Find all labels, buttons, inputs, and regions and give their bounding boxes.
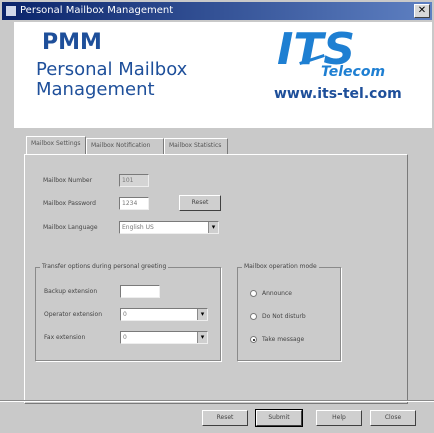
- fax-extension-value: 0: [123, 334, 127, 341]
- radio-take-message[interactable]: [250, 336, 257, 343]
- operator-extension-value: 0: [123, 311, 127, 318]
- website-url: www.its-tel.com: [274, 86, 402, 102]
- app-title: PMM: [42, 30, 102, 55]
- header-banner: PMM Personal Mailbox Management ITS Tele…: [14, 22, 432, 128]
- reset-password-button[interactable]: Reset: [179, 195, 221, 211]
- help-button[interactable]: Help: [316, 410, 362, 426]
- operator-extension-select[interactable]: 0 ▾: [120, 308, 208, 321]
- chevron-down-icon[interactable]: ▾: [197, 332, 207, 343]
- footer-separator: [0, 400, 434, 402]
- its-telecom-logo: ITS Telecom: [269, 24, 419, 82]
- radio-take-message-label: Take message: [262, 336, 305, 343]
- fax-extension-select[interactable]: 0 ▾: [120, 331, 208, 344]
- operation-mode-title: Mailbox operation mode: [242, 263, 319, 270]
- mailbox-password-label: Mailbox Password: [43, 200, 96, 207]
- window-title: Personal Mailbox Management: [20, 5, 174, 16]
- operator-extension-label: Operator extension: [44, 311, 103, 318]
- chevron-down-icon[interactable]: ▾: [208, 222, 218, 233]
- main-window: Personal Mailbox Management ✕ PMM Person…: [0, 0, 434, 433]
- mailbox-password-field[interactable]: 1234: [119, 197, 149, 210]
- tab-mailbox-statistics[interactable]: Mailbox Statistics: [164, 138, 228, 154]
- operation-mode-group: Mailbox operation mode Announce Do Not d…: [237, 263, 341, 361]
- radio-do-not-disturb[interactable]: [250, 313, 257, 320]
- title-bar: Personal Mailbox Management ✕: [2, 2, 432, 20]
- radio-announce-label: Announce: [262, 290, 292, 297]
- tab-mailbox-settings[interactable]: Mailbox Settings: [26, 136, 86, 155]
- mailbox-language-value: English US: [122, 224, 154, 231]
- fax-extension-label: Fax extension: [44, 334, 86, 341]
- subtitle-line-2: Management: [36, 79, 155, 100]
- tab-mailbox-notification[interactable]: Mailbox Notification: [86, 138, 164, 154]
- logo-telecom-text: Telecom: [321, 64, 386, 80]
- mailbox-number-field: 101: [119, 174, 149, 187]
- settings-panel: Mailbox Number 101 Mailbox Password 1234…: [24, 154, 408, 404]
- backup-extension-label: Backup extension: [44, 288, 98, 295]
- radio-announce[interactable]: [250, 290, 257, 297]
- app-icon: [5, 5, 17, 17]
- submit-button[interactable]: Submit: [255, 409, 303, 427]
- subtitle-line-1: Personal Mailbox: [36, 59, 188, 80]
- app-subtitle: Personal Mailbox Management: [36, 60, 187, 100]
- reset-button[interactable]: Reset: [202, 410, 248, 426]
- transfer-options-title: Transfer options during personal greetin…: [40, 263, 169, 270]
- close-window-button[interactable]: ✕: [414, 4, 430, 18]
- chevron-down-icon[interactable]: ▾: [197, 309, 207, 320]
- mailbox-language-select[interactable]: English US ▾: [119, 221, 219, 234]
- mailbox-number-label: Mailbox Number: [43, 177, 93, 184]
- backup-extension-field[interactable]: [120, 285, 160, 298]
- transfer-options-group: Transfer options during personal greetin…: [35, 263, 221, 361]
- radio-do-not-disturb-label: Do Not disturb: [262, 313, 306, 320]
- close-button[interactable]: Close: [370, 410, 416, 426]
- mailbox-language-label: Mailbox Language: [43, 224, 98, 231]
